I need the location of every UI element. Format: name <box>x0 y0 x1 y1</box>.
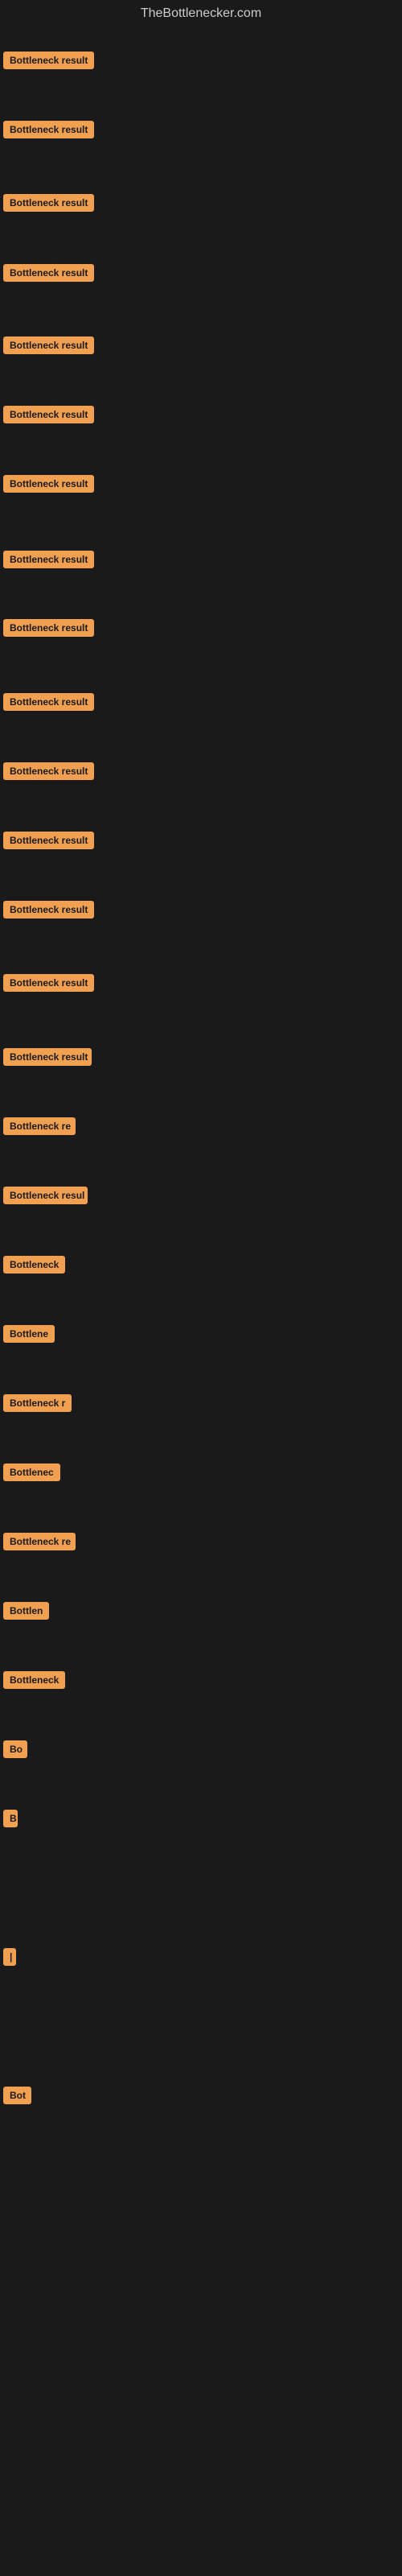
bottleneck-badge-27: | <box>3 1948 16 1970</box>
badge-label-2: Bottleneck result <box>3 194 94 212</box>
badge-label-3: Bottleneck result <box>3 264 94 282</box>
badge-label-7: Bottleneck result <box>3 551 94 568</box>
bottleneck-badge-11: Bottleneck result <box>3 832 94 853</box>
bottleneck-badge-7: Bottleneck result <box>3 551 94 572</box>
bottleneck-badge-25: B <box>3 1810 18 1831</box>
badge-label-15: Bottleneck re <box>3 1117 76 1135</box>
bottleneck-badge-3: Bottleneck result <box>3 264 94 286</box>
bottleneck-badge-6: Bottleneck result <box>3 475 94 497</box>
bottleneck-badge-17: Bottleneck <box>3 1256 65 1278</box>
badge-label-24: Bo <box>3 1740 27 1758</box>
bottleneck-badge-20: Bottlenec <box>3 1463 60 1485</box>
badge-label-27: | <box>3 1948 16 1966</box>
bottleneck-badge-1: Bottleneck result <box>3 121 94 142</box>
badge-label-10: Bottleneck result <box>3 762 94 780</box>
badge-label-14: Bottleneck result <box>3 1048 92 1066</box>
bottleneck-badge-23: Bottleneck <box>3 1671 65 1693</box>
badge-label-18: Bottlene <box>3 1325 55 1343</box>
bottleneck-badge-0: Bottleneck result <box>3 52 94 73</box>
badge-label-16: Bottleneck resul <box>3 1187 88 1204</box>
bottleneck-badge-8: Bottleneck result <box>3 619 94 641</box>
bottleneck-badge-24: Bo <box>3 1740 27 1762</box>
badge-label-0: Bottleneck result <box>3 52 94 69</box>
badge-label-21: Bottleneck re <box>3 1533 76 1550</box>
badges-container: Bottleneck result Bottleneck result Bottle… <box>0 31 402 2566</box>
badge-label-11: Bottleneck result <box>3 832 94 849</box>
badge-label-13: Bottleneck result <box>3 974 94 992</box>
badge-label-5: Bottleneck result <box>3 406 94 423</box>
bottleneck-badge-2: Bottleneck result <box>3 194 94 216</box>
site-title: TheBottlenecker.com <box>0 0 402 31</box>
bottleneck-badge-12: Bottleneck result <box>3 901 94 923</box>
site-title-container: TheBottlenecker.com <box>0 0 402 31</box>
bottleneck-badge-13: Bottleneck result <box>3 974 94 996</box>
badge-label-23: Bottleneck <box>3 1671 65 1689</box>
bottleneck-badge-18: Bottlene <box>3 1325 55 1347</box>
badge-label-17: Bottleneck <box>3 1256 65 1274</box>
bottleneck-badge-16: Bottleneck resul <box>3 1187 88 1208</box>
bottleneck-badge-21: Bottleneck re <box>3 1533 76 1554</box>
bottleneck-badge-4: Bottleneck result <box>3 336 94 358</box>
bottleneck-badge-29: Bot <box>3 2087 31 2108</box>
badge-label-12: Bottleneck result <box>3 901 94 919</box>
bottleneck-badge-19: Bottleneck r <box>3 1394 72 1416</box>
badge-label-9: Bottleneck result <box>3 693 94 711</box>
bottleneck-badge-14: Bottleneck result <box>3 1048 92 1070</box>
badge-label-20: Bottlenec <box>3 1463 60 1481</box>
badge-label-25: B <box>3 1810 18 1827</box>
badge-label-1: Bottleneck result <box>3 121 94 138</box>
bottleneck-badge-9: Bottleneck result <box>3 693 94 715</box>
badge-label-29: Bot <box>3 2087 31 2104</box>
badge-label-8: Bottleneck result <box>3 619 94 637</box>
badge-label-6: Bottleneck result <box>3 475 94 493</box>
bottleneck-badge-15: Bottleneck re <box>3 1117 76 1139</box>
bottleneck-badge-10: Bottleneck result <box>3 762 94 784</box>
badge-label-4: Bottleneck result <box>3 336 94 354</box>
badge-label-22: Bottlen <box>3 1602 49 1620</box>
badge-label-19: Bottleneck r <box>3 1394 72 1412</box>
bottleneck-badge-5: Bottleneck result <box>3 406 94 427</box>
bottleneck-badge-22: Bottlen <box>3 1602 49 1624</box>
